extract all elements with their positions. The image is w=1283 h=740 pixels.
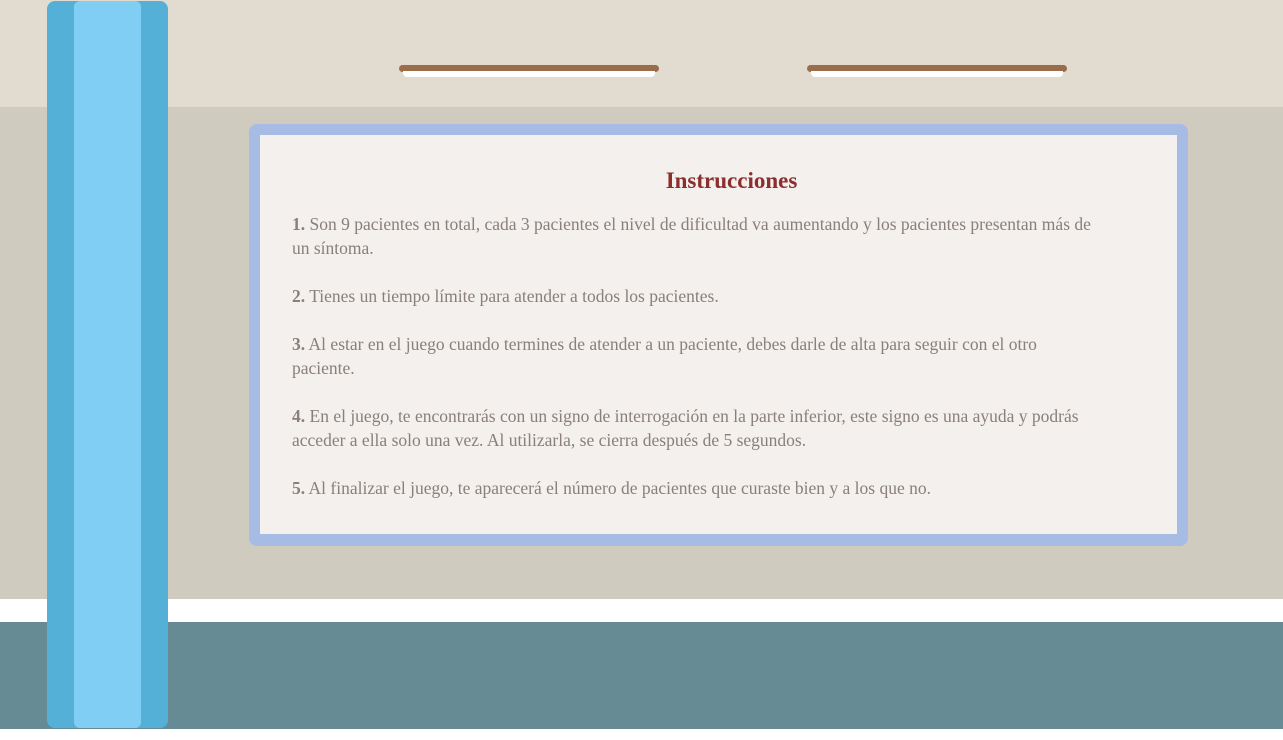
instructions-list: 1. Son 9 pacientes en total, cada 3 paci… bbox=[292, 212, 1092, 524]
wall-upper-band bbox=[0, 0, 1283, 107]
game-scene: Instrucciones 1. Son 9 pacientes en tota… bbox=[0, 0, 1283, 740]
instruction-item: 1. Son 9 pacientes en total, cada 3 paci… bbox=[292, 212, 1092, 260]
instruction-text: Al estar en el juego cuando termines de … bbox=[292, 334, 1037, 378]
instruction-number: 4. bbox=[292, 406, 306, 426]
instructions-panel: Instrucciones 1. Son 9 pacientes en tota… bbox=[249, 124, 1188, 546]
instruction-number: 3. bbox=[292, 334, 306, 354]
instruction-text: En el juego, te encontrarás con un signo… bbox=[292, 406, 1079, 450]
wall-shelf-right bbox=[807, 65, 1067, 78]
instruction-text: Tienes un tiempo límite para atender a t… bbox=[309, 286, 719, 306]
shelf-lip bbox=[811, 71, 1063, 77]
wall-shelf-left bbox=[399, 65, 659, 78]
instructions-panel-body: Instrucciones 1. Son 9 pacientes en tota… bbox=[260, 135, 1177, 534]
instruction-item: 3. Al estar en el juego cuando termines … bbox=[292, 332, 1092, 380]
floor bbox=[0, 622, 1283, 729]
instruction-number: 5. bbox=[292, 478, 306, 498]
wall-baseboard-stripe bbox=[0, 599, 1283, 622]
instruction-number: 2. bbox=[292, 286, 306, 306]
instruction-text: Al finalizar el juego, te aparecerá el n… bbox=[308, 478, 931, 498]
instruction-text: Son 9 pacientes en total, cada 3 pacient… bbox=[292, 214, 1091, 258]
instruction-number: 1. bbox=[292, 214, 306, 234]
bottom-edge bbox=[0, 729, 1283, 740]
shelf-lip bbox=[403, 71, 655, 77]
hospital-curtain bbox=[47, 1, 168, 728]
instructions-title: Instrucciones bbox=[665, 168, 798, 193]
instruction-item: 2. Tienes un tiempo límite para atender … bbox=[292, 284, 1092, 308]
instruction-item: 4. En el juego, te encontrarás con un si… bbox=[292, 404, 1092, 452]
instruction-item: 5. Al finalizar el juego, te aparecerá e… bbox=[292, 476, 1092, 500]
curtain-fold bbox=[74, 1, 141, 728]
